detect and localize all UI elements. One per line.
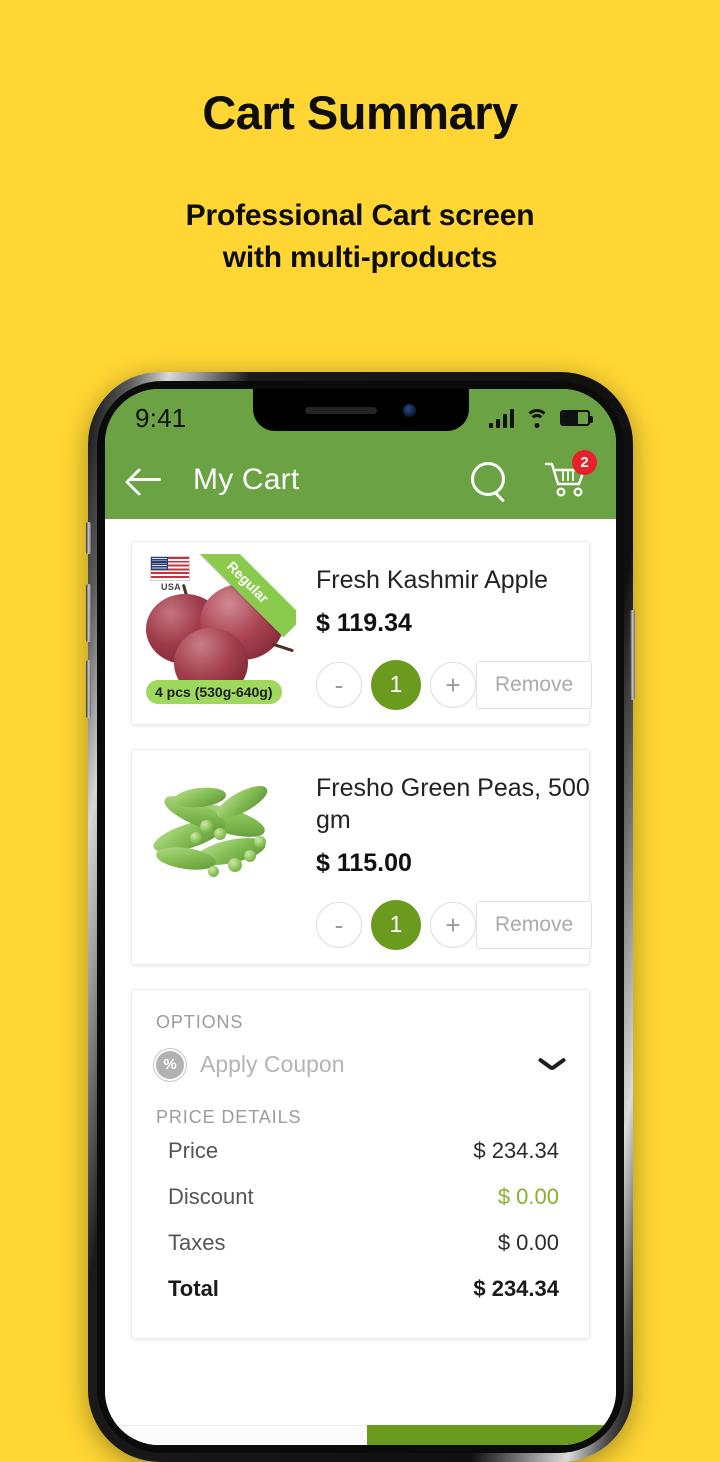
checkout-bar-right[interactable]	[366, 1425, 616, 1445]
silence-switch[interactable]	[86, 522, 91, 554]
app-bar-title: My Cart	[193, 463, 300, 496]
power-button[interactable]	[630, 610, 635, 700]
status-time: 9:41	[135, 402, 187, 433]
price-row-discount: Discount $ 0.00	[156, 1174, 565, 1220]
price-value: $ 234.34	[473, 1137, 559, 1163]
product-price: $ 119.34	[316, 608, 412, 637]
quantity-value[interactable]: 1	[371, 899, 421, 950]
usa-flag-icon	[150, 556, 190, 581]
promo-subtitle: Professional Cart screen with multi-prod…	[0, 195, 720, 278]
wifi-icon	[525, 408, 549, 428]
cart-content: Regular USA 4 pcs (530g-640g) Fresh Kash…	[105, 541, 616, 1445]
product-info: Fresh Kashmir Apple $ 119.34 - 1 + Remov…	[296, 554, 593, 710]
front-camera-icon	[403, 403, 416, 417]
app-bar: My Cart 2	[105, 441, 616, 519]
ribbon-badge: Regular	[192, 554, 296, 638]
price-row-total: Total $ 234.34	[156, 1266, 565, 1312]
back-arrow-icon[interactable]	[129, 467, 163, 493]
cart-button[interactable]: 2	[544, 450, 597, 501]
peas-illustration	[144, 762, 296, 914]
status-bar: 9:41	[105, 389, 616, 441]
remove-button[interactable]: Remove	[476, 900, 593, 949]
volume-down-button[interactable]	[86, 660, 91, 718]
cart-item-apple[interactable]: Regular USA 4 pcs (530g-640g) Fresh Kash…	[131, 541, 593, 725]
apply-coupon-label: Apply Coupon	[200, 1051, 345, 1077]
weight-badge: 4 pcs (530g-640g)	[146, 680, 282, 704]
cart-item-peas[interactable]: Fresho Green Peas, 500 gm $ 115.00 - 1 +…	[131, 748, 593, 965]
options-section-label: OPTIONS	[156, 1011, 244, 1032]
cart-badge: 2	[572, 450, 597, 475]
taxes-value: $ 0.00	[497, 1229, 559, 1255]
price-row-taxes: Taxes $ 0.00	[156, 1220, 565, 1266]
product-image-container	[144, 762, 296, 950]
notch	[252, 389, 469, 431]
discount-value: $ 0.00	[497, 1183, 559, 1209]
phone-screen: 9:41 My Cart 2 Regular USA 4 pcs (530g-6…	[105, 389, 616, 1445]
status-icons	[488, 402, 593, 428]
promo-subtitle-line2: with multi-products	[222, 240, 498, 274]
product-name: Fresho Green Peas, 500 gm	[316, 773, 590, 835]
quantity-stepper: - 1 + Remove	[316, 659, 593, 710]
battery-icon	[560, 410, 593, 426]
increment-button[interactable]: +	[430, 661, 476, 708]
product-info: Fresho Green Peas, 500 gm $ 115.00 - 1 +…	[296, 762, 593, 950]
checkout-bar[interactable]	[105, 1425, 616, 1445]
increment-button[interactable]: +	[430, 901, 476, 948]
decrement-button[interactable]: -	[316, 661, 362, 708]
chevron-down-icon[interactable]	[539, 1057, 565, 1072]
checkout-bar-left	[105, 1425, 367, 1445]
promo-subtitle-line1: Professional Cart screen	[185, 199, 535, 233]
signal-bars-icon	[488, 408, 514, 428]
quantity-stepper: - 1 + Remove	[316, 899, 593, 950]
speaker-grille-icon	[305, 406, 377, 414]
price-label: Price	[168, 1137, 219, 1163]
total-label: Total	[168, 1275, 219, 1301]
phone-mockup: 9:41 My Cart 2 Regular USA 4 pcs (530g-6…	[86, 372, 635, 1462]
page-title: Cart Summary	[202, 86, 518, 139]
total-value: $ 234.34	[473, 1275, 559, 1301]
price-row-price: Price $ 234.34	[156, 1128, 565, 1174]
quantity-value[interactable]: 1	[371, 659, 421, 710]
origin-badge: USA	[150, 556, 192, 592]
taxes-label: Taxes	[168, 1229, 226, 1255]
product-image-peas	[144, 762, 296, 914]
percent-badge-icon: %	[156, 1050, 184, 1079]
remove-button[interactable]: Remove	[476, 660, 593, 709]
volume-up-button[interactable]	[86, 584, 91, 642]
apply-coupon-row[interactable]: % Apply Coupon	[156, 1050, 565, 1079]
origin-label: USA	[161, 582, 181, 592]
discount-label: Discount	[168, 1183, 254, 1209]
decrement-button[interactable]: -	[316, 901, 362, 948]
product-name: Fresh Kashmir Apple	[316, 566, 549, 594]
summary-panel: OPTIONS % Apply Coupon PRICE DETAILS Pri…	[131, 988, 590, 1339]
product-price: $ 115.00	[316, 848, 412, 877]
search-icon[interactable]	[470, 461, 508, 499]
ribbon-clip: Regular	[176, 554, 296, 662]
product-image-apple: Regular USA 4 pcs (530g-640g)	[144, 554, 296, 706]
product-image-container: Regular USA 4 pcs (530g-640g)	[144, 554, 296, 710]
promo-header: Cart Summary Professional Cart screen wi…	[0, 0, 720, 278]
price-details-section-label: PRICE DETAILS	[156, 1106, 302, 1127]
